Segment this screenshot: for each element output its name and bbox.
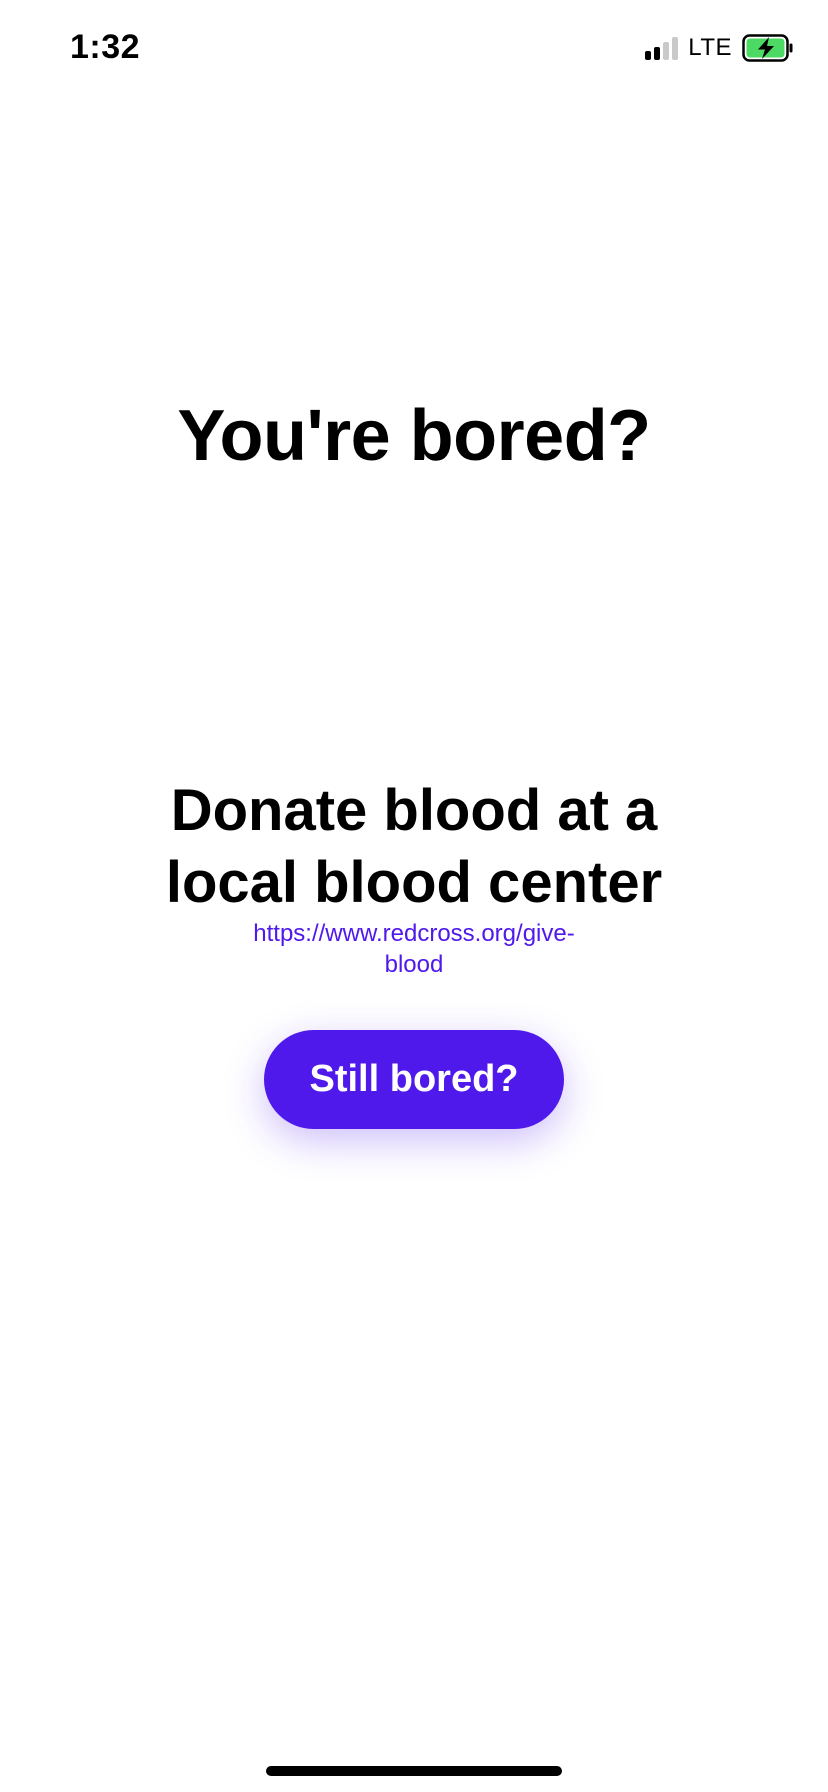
status-bar: 1:32 LTE: [0, 0, 828, 100]
activity-link-line: blood: [384, 951, 444, 978]
signal-bar: [672, 37, 679, 60]
home-indicator[interactable]: [266, 1766, 562, 1776]
signal-bar: [645, 51, 652, 60]
activity-suggestion: Donate blood at a local blood center: [0, 775, 828, 919]
battery-charging-icon: [742, 34, 793, 62]
status-time: 1:32: [70, 28, 141, 66]
cellular-signal-icon: [645, 36, 679, 60]
signal-bar: [654, 47, 661, 60]
still-bored-button[interactable]: Still bored?: [264, 1030, 564, 1129]
page-title: You're bored?: [177, 396, 651, 476]
activity-link-line: https://www.redcross.org/give-: [253, 920, 575, 947]
activity-line: local blood center: [165, 850, 663, 915]
network-type-label: LTE: [688, 34, 732, 61]
status-indicators: LTE: [645, 34, 794, 62]
activity-link[interactable]: https://www.redcross.org/give- blood: [0, 918, 828, 980]
activity-line: Donate blood at a: [170, 778, 658, 843]
signal-bar: [663, 42, 670, 60]
